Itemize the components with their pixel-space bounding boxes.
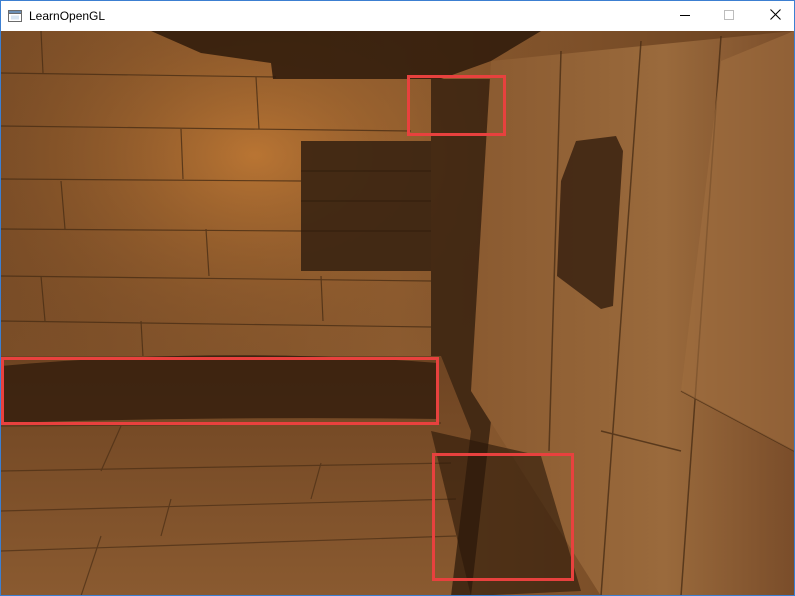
minimize-icon: [680, 7, 690, 25]
close-button[interactable]: [752, 1, 794, 31]
rendered-scene: [1, 31, 794, 595]
annotation-box-top: [407, 75, 506, 136]
annotation-box-left: [1, 357, 439, 425]
maximize-button[interactable]: [706, 1, 752, 31]
application-window-icon: [8, 9, 22, 22]
opengl-render-canvas[interactable]: [1, 31, 794, 595]
close-icon: [769, 7, 781, 25]
annotation-box-bottom: [432, 453, 574, 581]
minimize-button[interactable]: [662, 1, 708, 31]
shadowed-cube: [301, 141, 431, 271]
window-title: LearnOpenGL: [29, 9, 106, 23]
app-window: LearnOpenGL: [0, 0, 795, 596]
maximize-icon: [724, 7, 734, 25]
title-bar[interactable]: LearnOpenGL: [1, 1, 794, 31]
